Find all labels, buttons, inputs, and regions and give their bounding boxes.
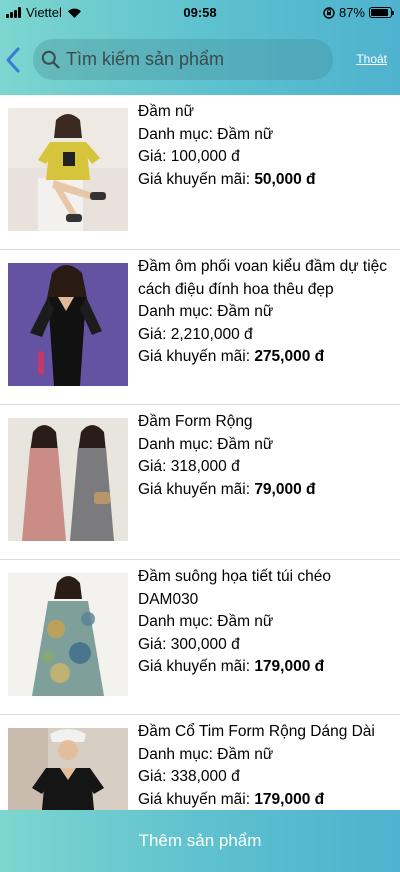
product-price: Giá: 100,000 đ	[138, 148, 240, 165]
product-category: Danh mục: Đầm nữ	[138, 435, 274, 453]
header-bar: Viettel 09:58 87% Thoát	[0, 0, 400, 95]
sale-price-label: Giá khuyến mãi:	[138, 790, 255, 808]
product-info: Đầm nữ Danh mục: Đầm nữ Giá: 100,000 đ G…	[138, 101, 393, 191]
back-arrow-icon[interactable]	[4, 46, 24, 74]
product-category: Danh mục: Đầm nữ	[138, 303, 274, 320]
product-name: Đầm ôm phối voan kiểu đầm dự tiệc cách đ…	[138, 258, 388, 298]
add-product-button[interactable]: Thêm sản phẩm	[0, 810, 400, 872]
list-item[interactable]: Đầm nữ Danh mục: Đầm nữ Giá: 100,000 đ G…	[0, 95, 400, 250]
list-item[interactable]: Đầm suông họa tiết túi chéo DAM030 Danh …	[0, 560, 400, 715]
product-sale-price: Giá khuyến mãi: 50,000 đ	[138, 169, 393, 192]
search-icon	[41, 50, 60, 69]
product-info: Đầm Form Rộng Danh mục: Đầm nữ Giá: 318,…	[138, 411, 393, 501]
sale-price-value: 275,000 đ	[254, 348, 325, 365]
sale-price-value: 179,000 đ	[254, 658, 325, 675]
rotation-lock-icon	[323, 6, 335, 19]
sale-price-label: Giá khuyến mãi:	[138, 348, 255, 365]
list-item[interactable]: Đầm Cổ Tim Form Rộng Dáng Dài Danh mục: …	[0, 715, 400, 812]
product-category: Danh mục: Đầm nữ	[138, 745, 274, 763]
product-info: Đầm suông họa tiết túi chéo DAM030 Danh …	[138, 566, 393, 679]
product-image	[8, 418, 128, 541]
product-price: Giá: 300,000 đ	[138, 635, 240, 653]
sale-price-label: Giá khuyến mãi:	[138, 480, 255, 498]
product-image	[8, 728, 128, 812]
product-category: Danh mục: Đầm nữ	[138, 613, 274, 630]
product-name: Đầm Cổ Tim Form Rộng Dáng Dài	[138, 723, 375, 740]
sale-price-value: 50,000 đ	[254, 170, 316, 188]
sale-price-value: 79,000 đ	[254, 480, 316, 498]
exit-link[interactable]: Thoát	[356, 52, 387, 66]
search-input[interactable]	[66, 49, 306, 70]
search-bar[interactable]	[33, 39, 333, 80]
list-item[interactable]: Đầm ôm phối voan kiểu đầm dự tiệc cách đ…	[0, 250, 400, 405]
product-sale-price: Giá khuyến mãi: 79,000 đ	[138, 479, 393, 502]
product-price: Giá: 318,000 đ	[138, 458, 240, 475]
product-name: Đầm Form Rộng	[138, 413, 253, 430]
product-price: Giá: 2,210,000 đ	[138, 325, 253, 343]
product-sale-price: Giá khuyến mãi: 275,000 đ	[138, 346, 393, 369]
sale-price-label: Giá khuyến mãi:	[138, 658, 255, 675]
product-name: Đầm nữ	[138, 103, 195, 120]
sale-price-label: Giá khuyến mãi:	[138, 170, 255, 188]
product-price: Giá: 338,000 đ	[138, 768, 240, 785]
product-sale-price: Giá khuyến mãi: 179,000 đ	[138, 789, 393, 812]
product-list[interactable]: Đầm nữ Danh mục: Đầm nữ Giá: 100,000 đ G…	[0, 95, 400, 812]
product-image	[8, 263, 128, 386]
status-bar: Viettel 09:58 87%	[0, 0, 400, 26]
list-item[interactable]: Đầm Form Rộng Danh mục: Đầm nữ Giá: 318,…	[0, 405, 400, 560]
product-image	[8, 108, 128, 231]
product-sale-price: Giá khuyến mãi: 179,000 đ	[138, 656, 393, 679]
product-info: Đầm Cổ Tim Form Rộng Dáng Dài Danh mục: …	[138, 721, 393, 811]
battery-percent: 87%	[338, 5, 365, 20]
product-info: Đầm ôm phối voan kiểu đầm dự tiệc cách đ…	[138, 256, 393, 369]
product-category: Danh mục: Đầm nữ	[138, 125, 274, 143]
product-image	[8, 573, 128, 696]
product-name: Đầm suông họa tiết túi chéo DAM030	[138, 568, 332, 608]
battery-icon	[369, 7, 394, 18]
sale-price-value: 179,000 đ	[254, 790, 325, 808]
